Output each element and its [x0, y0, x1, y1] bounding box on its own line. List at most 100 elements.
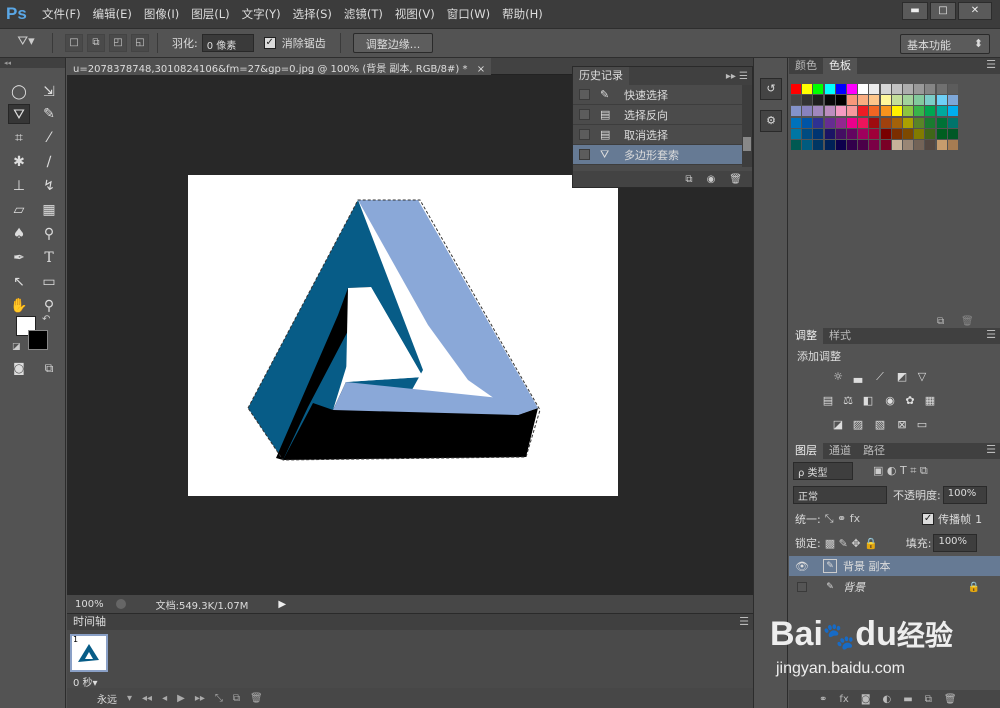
feather-input[interactable]: 0 像素: [201, 34, 254, 52]
invert-icon[interactable]: ◪: [831, 419, 845, 431]
panel-menu-icon[interactable]: ☰: [986, 58, 996, 74]
move-tool-icon[interactable]: ⇲: [38, 82, 60, 102]
menu-layer[interactable]: 图层(L): [185, 0, 235, 28]
duplicate-frame-icon[interactable]: ⧉: [233, 693, 240, 704]
color-swatch[interactable]: [824, 106, 835, 117]
menu-view[interactable]: 视图(V): [389, 0, 441, 28]
color-swatch[interactable]: [891, 128, 902, 139]
eyedropper-tool-icon[interactable]: ⁄: [38, 128, 60, 148]
color-swatch[interactable]: [802, 84, 813, 94]
menu-select[interactable]: 选择(S): [287, 0, 338, 28]
color-swatch[interactable]: [903, 84, 913, 94]
color-swatch[interactable]: [813, 84, 824, 94]
intersect-selection-icon[interactable]: ◱: [131, 34, 149, 52]
document-tab[interactable]: u=2078378748,3010824106&fm=27&gp=0.jpg @…: [67, 58, 492, 75]
frame-delay-select[interactable]: 0 秒▾: [73, 674, 98, 689]
color-swatch[interactable]: [824, 128, 835, 139]
threshold-icon[interactable]: ▧: [873, 419, 887, 431]
color-lookup-icon[interactable]: ▦: [923, 395, 937, 407]
menu-help[interactable]: 帮助(H): [496, 0, 549, 28]
tab-layers[interactable]: 图层: [789, 443, 823, 459]
close-button[interactable]: ✕: [958, 2, 992, 20]
visibility-box[interactable]: [797, 582, 807, 592]
trash-icon[interactable]: 🗑: [250, 693, 263, 704]
blur-tool-icon[interactable]: ♠: [8, 224, 30, 244]
type-tool-icon[interactable]: T: [38, 248, 60, 268]
tab-channels[interactable]: 通道: [823, 443, 857, 459]
color-swatch[interactable]: [925, 128, 936, 139]
color-swatch[interactable]: [947, 117, 958, 128]
crop-tool-icon[interactable]: ⌗: [8, 128, 30, 148]
stamp-tool-icon[interactable]: ⊥: [8, 176, 30, 196]
color-swatch[interactable]: [947, 140, 958, 150]
document-image[interactable]: [188, 175, 618, 496]
lock-icons[interactable]: ▩ ✎ ✥ 🔒: [825, 537, 878, 550]
color-swatch[interactable]: [813, 117, 824, 128]
channel-mixer-icon[interactable]: ✿: [903, 395, 917, 407]
photo-filter-icon[interactable]: ◉: [883, 395, 897, 407]
scroll-thumb[interactable]: [743, 137, 751, 151]
color-swatch[interactable]: [880, 140, 891, 150]
tab-history[interactable]: 历史记录: [573, 67, 629, 85]
color-swatch[interactable]: [880, 128, 891, 139]
menu-filter[interactable]: 滤镜(T): [338, 0, 389, 28]
quick-select-tool-icon[interactable]: ✎: [38, 104, 60, 124]
color-swatch[interactable]: [936, 117, 947, 128]
color-swatch[interactable]: [936, 128, 947, 139]
color-swatch[interactable]: [835, 140, 846, 150]
color-swatch[interactable]: [869, 84, 880, 94]
menu-window[interactable]: 窗口(W): [441, 0, 496, 28]
unify-icons[interactable]: ⤡ ⚭ fx: [825, 512, 860, 526]
workspace-select[interactable]: 基本功能 ⬍: [900, 34, 990, 54]
color-swatch[interactable]: [891, 117, 902, 128]
color-swatch[interactable]: [925, 106, 936, 117]
panel-menu-icon[interactable]: ☰: [986, 443, 996, 459]
history-item[interactable]: ✎ 快速选择: [573, 85, 752, 105]
menu-image[interactable]: 图像(I): [138, 0, 185, 28]
layer-name[interactable]: 背景 副本: [843, 558, 891, 574]
color-swatch[interactable]: [847, 128, 857, 139]
path-select-tool-icon[interactable]: ↖: [8, 272, 30, 292]
color-balance-icon[interactable]: ⚖: [841, 395, 855, 407]
minimize-button[interactable]: ▬: [902, 2, 928, 20]
history-panel-icon[interactable]: ↺: [760, 78, 782, 100]
color-swatch[interactable]: [947, 95, 958, 106]
blend-mode-select[interactable]: 正常: [793, 486, 887, 504]
snapshot-checkbox[interactable]: [579, 149, 590, 160]
first-frame-icon[interactable]: ◂◂: [142, 693, 152, 704]
color-swatch[interactable]: [925, 95, 936, 106]
history-item[interactable]: ▤ 取消选择: [573, 125, 752, 145]
healing-tool-icon[interactable]: ✱: [8, 152, 30, 172]
color-swatch[interactable]: [914, 128, 925, 139]
close-tab-icon[interactable]: ×: [477, 64, 485, 75]
new-layer-icon[interactable]: ⧉: [925, 694, 932, 705]
opacity-input[interactable]: 100%: [942, 486, 987, 504]
color-swatch[interactable]: [835, 106, 846, 117]
zoom-tool-icon[interactable]: ⚲: [38, 296, 60, 316]
color-swatch[interactable]: [936, 140, 947, 150]
fill-input[interactable]: 100%: [933, 534, 978, 552]
color-swatch[interactable]: [835, 84, 846, 94]
color-swatch[interactable]: [802, 128, 813, 139]
exposure-icon[interactable]: ◩: [895, 371, 909, 383]
layer-name[interactable]: 背景: [843, 579, 865, 595]
menu-file[interactable]: 文件(F): [36, 0, 87, 28]
panel-menu-icon[interactable]: ☰: [739, 614, 749, 630]
new-swatch-icon[interactable]: ⧉: [937, 316, 944, 327]
tab-color[interactable]: 颜色: [789, 58, 823, 74]
color-swatch[interactable]: [847, 140, 857, 150]
color-swatch[interactable]: [925, 84, 936, 94]
history-item[interactable]: ▤ 选择反向: [573, 105, 752, 125]
tab-paths[interactable]: 路径: [857, 443, 891, 459]
color-swatch[interactable]: [824, 140, 835, 150]
color-swatch[interactable]: [858, 84, 869, 94]
color-swatch[interactable]: [947, 128, 958, 139]
layer-row[interactable]: ✎ 背景 🔒: [789, 577, 1000, 597]
color-swatch[interactable]: [869, 128, 880, 139]
background-color-swatch[interactable]: [28, 330, 48, 350]
chevron-down-icon[interactable]: ▾: [127, 693, 132, 704]
camera-icon[interactable]: ◉: [707, 174, 716, 185]
marquee-tool-icon[interactable]: ◯: [8, 82, 30, 102]
hue-saturation-icon[interactable]: ▤: [821, 395, 835, 407]
history-item-selected[interactable]: ⛛ 多边形套索: [573, 145, 752, 165]
